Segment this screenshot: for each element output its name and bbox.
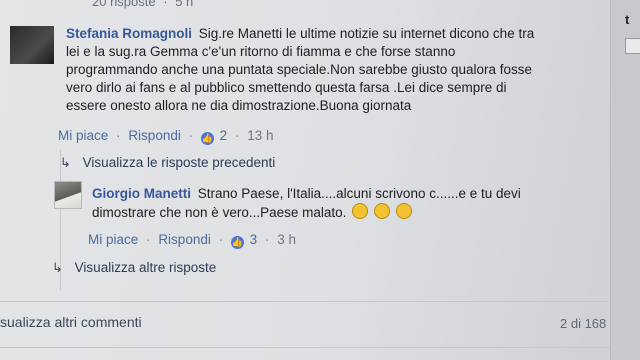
comment: Giorgio Manetti Strano Paese, l'Italia..…: [92, 184, 562, 222]
avatar[interactable]: [10, 26, 54, 64]
divider: [0, 347, 610, 348]
view-previous-replies[interactable]: ↳ Visualizza le risposte precedenti: [60, 155, 275, 171]
like-button[interactable]: Mi piace: [88, 232, 138, 247]
facebook-comments-panel: 20 risposte · 5 h Stefania Romagnoli Sig…: [0, 0, 610, 360]
like-count[interactable]: 3: [250, 232, 258, 247]
view-more-comments[interactable]: sualizza altri commenti: [0, 314, 142, 330]
avatar[interactable]: [54, 181, 82, 209]
comment-actions: Mi piace · Rispondi · 👍 3 · 3 h: [88, 232, 296, 249]
reply-arrow-icon: ↳: [60, 155, 71, 170]
sidebar-box[interactable]: [625, 38, 640, 54]
comment-time[interactable]: 3 h: [277, 232, 296, 247]
comment-time[interactable]: 13 h: [247, 128, 273, 143]
like-button[interactable]: Mi piace: [58, 128, 108, 143]
replies-count-link[interactable]: 20 risposte: [92, 0, 156, 9]
comment-pager: 2 di 168: [560, 316, 607, 331]
comment: Stefania Romagnoli Sig.re Manetti le ult…: [66, 25, 536, 115]
reply-button[interactable]: Rispondi: [128, 128, 181, 143]
divider: [0, 301, 610, 302]
laugh-emoji-icon: [395, 203, 412, 219]
comment-actions: Mi piace · Rispondi · 👍 2 · 13 h: [58, 128, 274, 145]
view-more-replies[interactable]: ↳ Visualizza altre risposte: [52, 260, 216, 276]
reply-arrow-icon: ↳: [52, 260, 63, 275]
reply-button[interactable]: Rispondi: [158, 232, 211, 247]
comment-author[interactable]: Stefania Romagnoli: [66, 26, 192, 41]
like-icon: 👍: [200, 132, 214, 145]
comment-author[interactable]: Giorgio Manetti: [92, 186, 191, 201]
laugh-emoji-icon: [373, 203, 390, 219]
top-replies-line: 20 risposte · 5 h: [92, 0, 197, 9]
laugh-emoji-icon: [352, 203, 369, 219]
like-icon: 👍: [230, 236, 244, 249]
like-count[interactable]: 2: [220, 128, 228, 143]
right-sidebar: t: [610, 0, 640, 360]
top-time: 5 h: [175, 0, 194, 9]
sidebar-text: t: [625, 12, 630, 27]
